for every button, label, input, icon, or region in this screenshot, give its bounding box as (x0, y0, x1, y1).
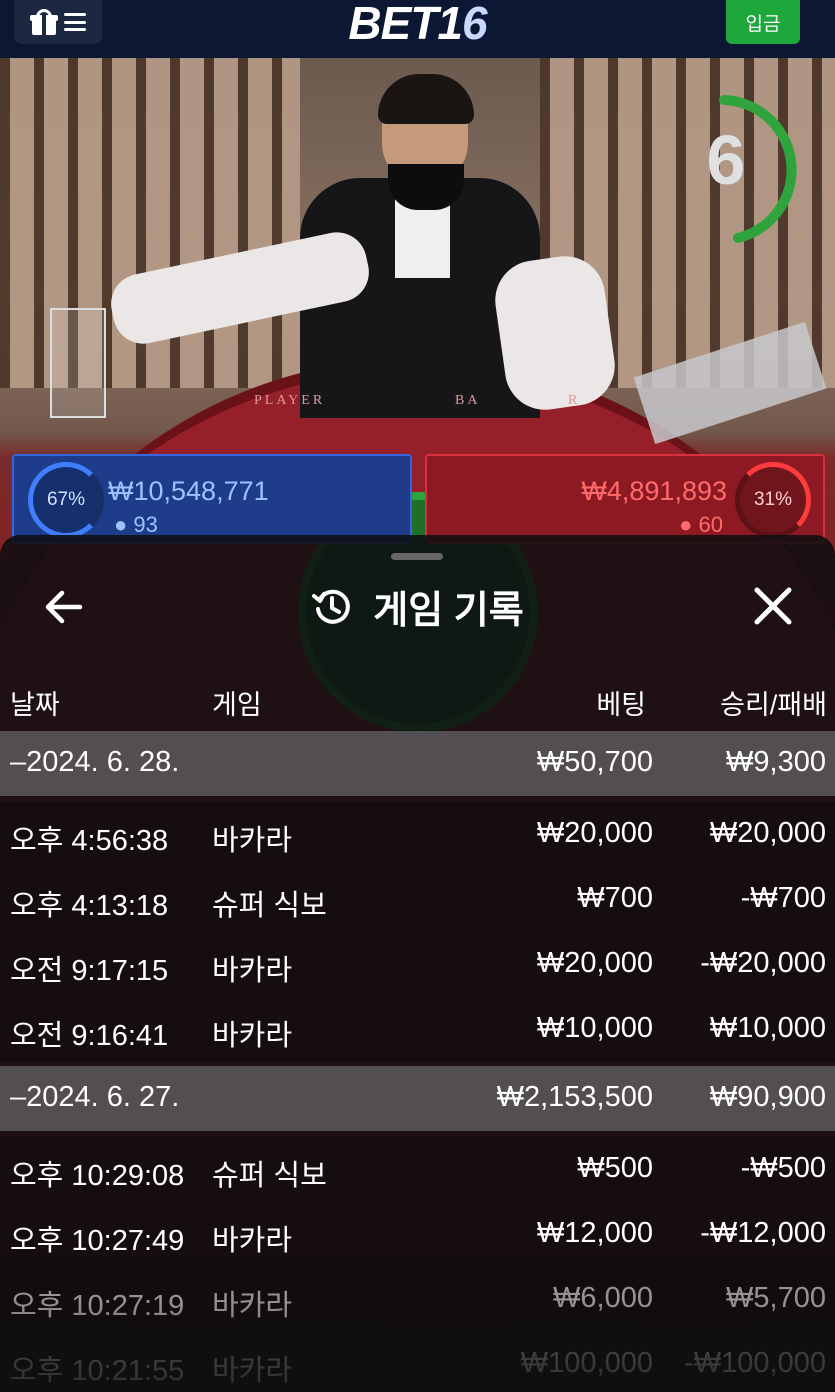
timer-value: 6 (706, 121, 746, 199)
row-bet: ₩12,000 (536, 1217, 653, 1249)
user-icon: ● (679, 512, 693, 537)
group-total-bet: ₩50,700 (536, 746, 653, 778)
row-result: -₩100,000 (684, 1347, 826, 1379)
sheet-title: 게임 기록 (373, 590, 524, 632)
row-result: ₩10,000 (709, 1012, 826, 1044)
table-row[interactable]: 오후 10:27:19 바카라 ₩6,000 ₩5,700 (0, 1267, 835, 1332)
row-result: -₩500 (740, 1152, 826, 1184)
banker-percent: 31% (735, 462, 811, 538)
row-time: 오후 4:13:18 (10, 890, 169, 922)
row-game: 바카라 (212, 1290, 293, 1322)
player-amount: ₩10,548,771 (108, 476, 269, 506)
row-bet: ₩20,000 (536, 947, 653, 979)
sheet-header: 게임 기록 (0, 579, 835, 634)
group-date: –2024. 6. 27. (10, 1081, 180, 1113)
player-percent: 67% (28, 462, 104, 538)
row-bet: ₩10,000 (536, 1012, 653, 1044)
row-time: 오후 10:21:55 (10, 1355, 185, 1387)
row-game: 바카라 (212, 1020, 293, 1052)
row-bet: ₩100,000 (520, 1347, 653, 1379)
table-row[interactable]: 오후 10:21:55 바카라 ₩100,000 -₩100,000 (0, 1332, 835, 1392)
table-row[interactable]: 오후 10:29:08 슈퍼 식보 ₩500 -₩500 (0, 1137, 835, 1202)
table-row[interactable]: 오후 4:56:38 바카라 ₩20,000 ₩20,000 (0, 802, 835, 867)
group-total-result: ₩9,300 (726, 746, 826, 778)
table-label-banker-a: BA (455, 393, 481, 408)
table-label-banker-b: R (568, 393, 581, 408)
row-game: 바카라 (212, 825, 293, 857)
row-time: 오후 10:27:49 (10, 1225, 185, 1257)
drag-handle[interactable] (391, 553, 443, 560)
date-group-row[interactable]: –2024. 6. 27. ₩2,153,500 ₩90,900 (0, 1066, 835, 1131)
date-group-row[interactable]: –2024. 6. 28. ₩50,700 ₩9,300 (0, 731, 835, 796)
table-row[interactable]: 오전 9:17:15 바카라 ₩20,000 -₩20,000 (0, 932, 835, 997)
countdown-timer: 6 (688, 94, 804, 244)
row-time: 오전 9:17:15 (10, 955, 169, 987)
column-header-date[interactable]: 날짜 (10, 683, 60, 722)
player-bet-panel[interactable]: 67% ₩10,548,771 ● 93 (12, 454, 412, 544)
row-result: -₩20,000 (700, 947, 826, 979)
group-total-result: ₩90,900 (709, 1081, 826, 1113)
column-header-result[interactable]: 승리/패배 (720, 683, 827, 722)
row-time: 오후 10:29:08 (10, 1160, 185, 1192)
top-bar: BET16 입금 (0, 0, 835, 58)
table-label-player: PLAYER (254, 393, 326, 408)
row-time: 오후 4:56:38 (10, 825, 169, 857)
row-game: 슈퍼 식보 (212, 1160, 327, 1192)
row-game: 바카라 (212, 955, 293, 987)
row-result: -₩12,000 (700, 1217, 826, 1249)
group-total-bet: ₩2,153,500 (496, 1081, 653, 1113)
table-row[interactable]: 오후 4:13:18 슈퍼 식보 ₩700 -₩700 (0, 867, 835, 932)
group-date: –2024. 6. 28. (10, 746, 180, 778)
user-icon: ● (114, 512, 128, 537)
close-icon (754, 587, 792, 625)
row-bet: ₩20,000 (536, 817, 653, 849)
column-header-bet[interactable]: 베팅 (596, 683, 646, 722)
game-history-sheet: 게임 기록 날짜 게임 베팅 승리/패배 –2024. 6. 28. ₩50,7… (0, 535, 835, 1392)
table-row[interactable]: 오후 10:27:49 바카라 ₩12,000 -₩12,000 (0, 1202, 835, 1267)
row-game: 바카라 (212, 1355, 293, 1387)
app-logo[interactable]: BET16 (0, 0, 835, 50)
row-game: 슈퍼 식보 (212, 890, 327, 922)
row-game: 바카라 (212, 1225, 293, 1257)
table-row[interactable]: 오전 9:16:41 바카라 ₩10,000 ₩10,000 (0, 997, 835, 1062)
row-result: ₩20,000 (709, 817, 826, 849)
card-holder (50, 308, 106, 418)
column-header-game[interactable]: 게임 (212, 683, 262, 722)
close-button[interactable] (750, 583, 796, 629)
history-icon (312, 589, 351, 624)
deposit-button[interactable]: 입금 (726, 0, 800, 44)
row-bet: ₩700 (577, 882, 653, 914)
row-bet: ₩6,000 (553, 1282, 653, 1314)
row-result: -₩700 (740, 882, 826, 914)
row-result: ₩5,700 (726, 1282, 826, 1314)
row-bet: ₩500 (577, 1152, 653, 1184)
row-time: 오전 9:16:41 (10, 1020, 169, 1052)
row-time: 오후 10:27:19 (10, 1290, 185, 1322)
banker-bet-panel[interactable]: ₩4,891,893 ● 60 31% (425, 454, 825, 544)
banker-amount: ₩4,891,893 (581, 476, 727, 506)
